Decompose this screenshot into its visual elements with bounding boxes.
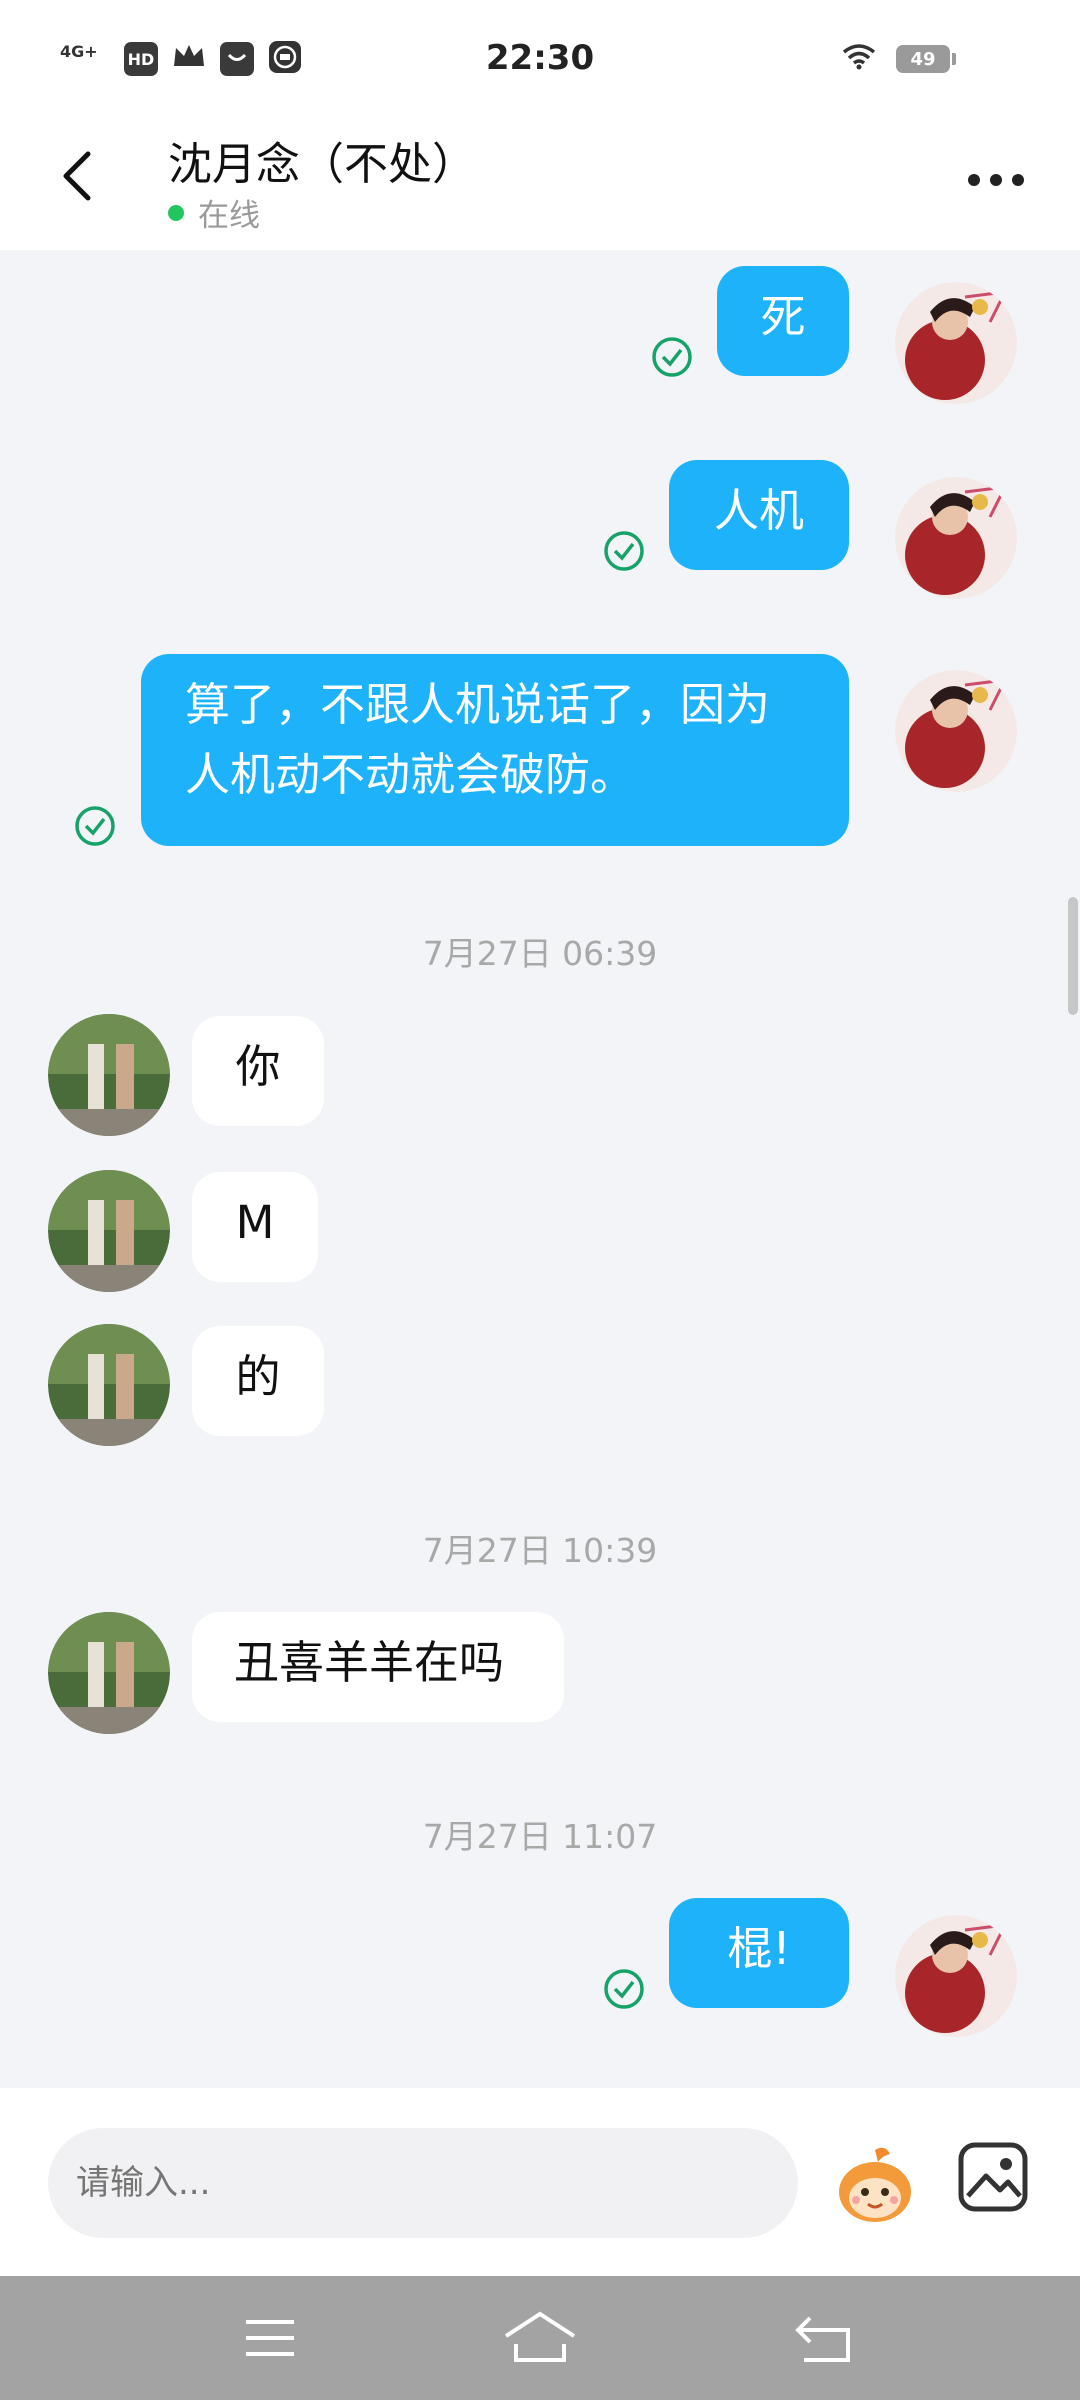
timestamp-divider: 7月27日 10:39 [422,1531,658,1570]
menu-icon [246,2320,294,2356]
message-bubble[interactable]: M [192,1172,318,1282]
home-icon [504,2311,576,2362]
contact-avatar[interactable] [48,1612,170,1734]
scrollbar[interactable] [1068,897,1078,1015]
more-dot-icon [968,174,980,186]
back-button[interactable] [56,146,116,216]
message-input[interactable] [48,2128,798,2238]
my-avatar[interactable] [895,670,1017,792]
message-bubble[interactable]: 丑喜羊羊在吗 [192,1612,564,1722]
message-bubble[interactable]: 你 [192,1016,324,1126]
emoji-button[interactable] [830,2142,920,2232]
image-button[interactable] [956,2140,1030,2214]
message-bubble[interactable]: 的 [192,1326,324,1436]
my-avatar[interactable] [895,477,1017,599]
online-status: 在线 [168,190,260,235]
read-check-icon [73,804,117,848]
my-avatar[interactable] [895,282,1017,404]
back-arrow-icon [795,2316,850,2362]
mascot-emoji-icon [839,2147,911,2222]
message-list[interactable]: 死 人机 算了，不跟人机说话了，因为人机动不动就会破防。 7月27日 06:39… [0,250,1080,2088]
message-bubble[interactable]: 棍! [669,1898,849,2008]
read-check-icon [602,1967,646,2011]
more-dot-icon [1012,174,1024,186]
back-nav-button[interactable] [790,2308,860,2368]
battery-icon: 49 [896,45,956,73]
more-options-button[interactable] [968,174,1024,186]
battery-level: 49 [910,48,936,70]
message-bubble[interactable]: 死 [717,266,849,376]
my-avatar[interactable] [895,1915,1017,2037]
menu-button[interactable] [236,2308,306,2368]
read-check-icon [650,335,694,379]
status-right: 49 [842,44,956,74]
timestamp-divider: 7月27日 06:39 [422,934,658,973]
read-check-icon [602,529,646,573]
online-status-label: 在线 [198,198,260,234]
more-dot-icon [990,174,1002,186]
wifi-icon [842,44,876,74]
system-nav-bar [0,2276,1080,2400]
composer-bar [0,2088,1080,2276]
home-button[interactable] [502,2308,576,2368]
chat-header: 沈月念（不处） 在线 [0,120,1080,250]
online-dot-icon [168,204,184,221]
contact-avatar[interactable] [48,1014,170,1136]
contact-avatar[interactable] [48,1170,170,1292]
chevron-left-icon [63,151,91,201]
status-bar: 4G+ HD 22:30 49 [0,0,1080,120]
message-bubble[interactable]: 算了，不跟人机说话了，因为人机动不动就会破防。 [141,654,849,846]
contact-name[interactable]: 沈月念（不处） [168,128,476,192]
contact-avatar[interactable] [48,1324,170,1446]
message-bubble[interactable]: 人机 [669,460,849,570]
image-icon [958,2142,1028,2212]
timestamp-divider: 7月27日 11:07 [422,1817,658,1856]
